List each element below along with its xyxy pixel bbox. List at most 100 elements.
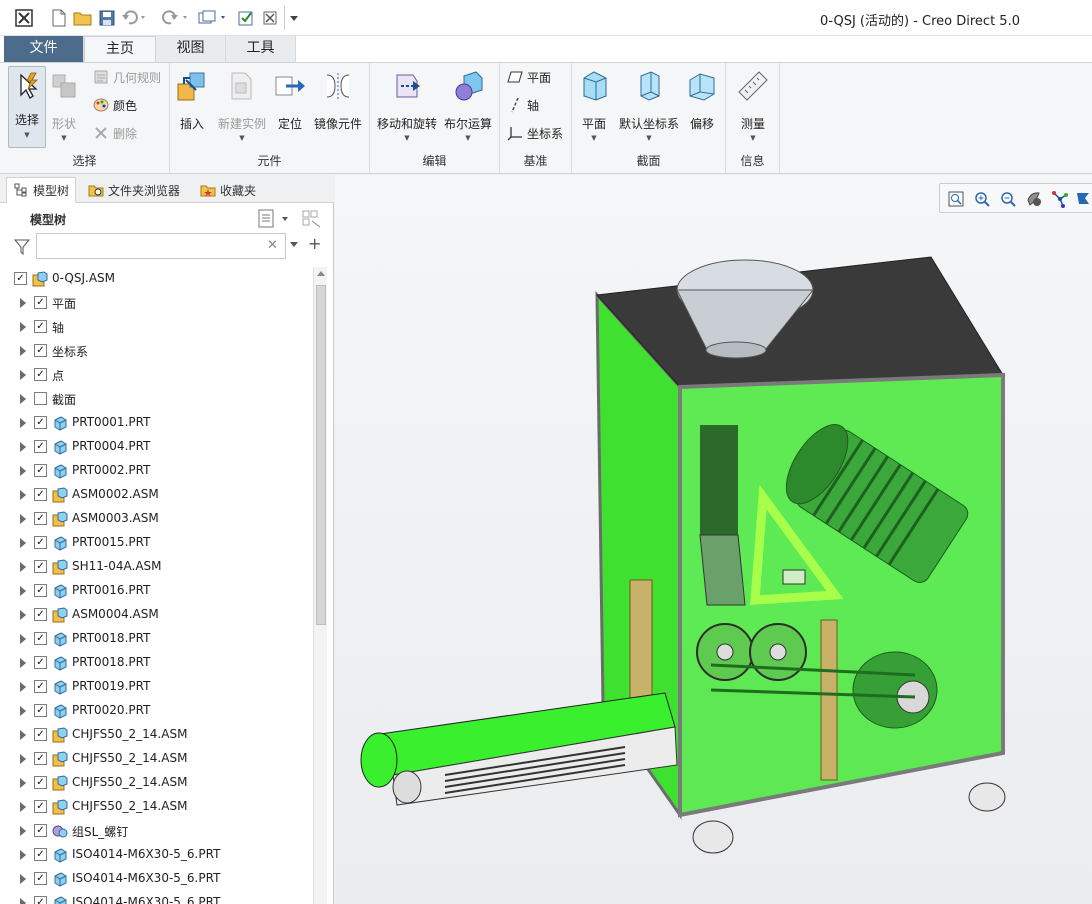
select-button[interactable]: 选择 ▼ — [8, 66, 46, 148]
visibility-checkbox[interactable]: ✓ — [34, 776, 47, 789]
visibility-checkbox[interactable]: ✓ — [34, 368, 47, 381]
visibility-checkbox[interactable]: ✓ — [34, 536, 47, 549]
expand-arrow-icon[interactable] — [20, 682, 26, 692]
visibility-checkbox[interactable]: ✓ — [34, 632, 47, 645]
tree-row[interactable]: ✓ SH11-04A.ASM — [0, 555, 313, 579]
visibility-checkbox[interactable]: ✓ — [34, 560, 47, 573]
visibility-checkbox[interactable]: ✓ — [34, 488, 47, 501]
tree-scrollbar[interactable] — [313, 267, 327, 904]
default-csys-button[interactable]: 默认坐标系 ▼ — [616, 69, 682, 142]
expand-arrow-icon[interactable] — [20, 466, 26, 476]
geometry-rules-button[interactable]: 几何规则 — [92, 67, 161, 87]
add-filter-icon[interactable]: + — [308, 234, 321, 253]
section-offset-button[interactable]: 偏移 — [684, 69, 720, 132]
visibility-checkbox[interactable]: ✓ — [34, 800, 47, 813]
tree-row[interactable]: ✓ CHJFS50_2_14.ASM — [0, 747, 313, 771]
mirror-component-button[interactable]: 镜像元件 — [310, 69, 366, 132]
visibility-checkbox[interactable]: ✓ — [34, 464, 47, 477]
clear-search-icon[interactable]: ✕ — [267, 238, 278, 253]
expand-arrow-icon[interactable] — [20, 802, 26, 812]
tree-row[interactable]: ✓ PRT0002.PRT — [0, 459, 313, 483]
tree-row[interactable]: ✓ 组SL_螺钉 — [0, 819, 313, 843]
tab-favorites[interactable]: 收藏夹 — [194, 177, 262, 203]
section-plane-button[interactable]: 平面 ▼ — [576, 69, 612, 142]
visibility-checkbox[interactable]: ✓ — [34, 344, 47, 357]
expand-arrow-icon[interactable] — [20, 634, 26, 644]
tree-row[interactable]: ✓ ASM0004.ASM — [0, 603, 313, 627]
tree-columns-icon[interactable] — [302, 209, 324, 232]
visibility-checkbox[interactable] — [34, 392, 47, 405]
expand-arrow-icon[interactable] — [20, 898, 26, 904]
color-button[interactable]: 颜色 — [92, 95, 137, 115]
expand-arrow-icon[interactable] — [20, 322, 26, 332]
expand-arrow-icon[interactable] — [20, 562, 26, 572]
tree-row[interactable]: ✓ PRT0001.PRT — [0, 411, 313, 435]
save-icon[interactable] — [96, 6, 118, 30]
tab-view[interactable]: 视图 — [156, 36, 226, 62]
window-icon[interactable] — [196, 6, 230, 30]
tree-row[interactable]: ✓ ISO4014-M6X30-5_6.PRT — [0, 843, 313, 867]
tree-row[interactable]: ✓ 点 — [0, 363, 313, 387]
tree-row[interactable]: ✓ CHJFS50_2_14.ASM — [0, 795, 313, 819]
open-icon[interactable] — [72, 6, 94, 30]
filter-dropdown-icon[interactable] — [289, 238, 299, 252]
tab-folder-browser[interactable]: 文件夹浏览器 — [82, 177, 186, 203]
undo-icon[interactable] — [120, 6, 148, 30]
scroll-thumb[interactable] — [316, 285, 326, 625]
tree-row[interactable]: ✓ 坐标系 — [0, 339, 313, 363]
visibility-checkbox[interactable]: ✓ — [34, 320, 47, 333]
expand-arrow-icon[interactable] — [20, 298, 26, 308]
expand-arrow-icon[interactable] — [20, 394, 26, 404]
expand-arrow-icon[interactable] — [20, 874, 26, 884]
expand-arrow-icon[interactable] — [20, 490, 26, 500]
app-icon[interactable] — [12, 6, 36, 30]
visibility-checkbox[interactable]: ✓ — [34, 440, 47, 453]
tree-row[interactable]: ✓ ASM0003.ASM — [0, 507, 313, 531]
tree-settings-icon[interactable] — [258, 209, 290, 232]
tree-row[interactable]: ✓ CHJFS50_2_14.ASM — [0, 771, 313, 795]
visibility-checkbox[interactable]: ✓ — [34, 656, 47, 669]
shape-button[interactable]: 形状 ▼ — [48, 69, 80, 142]
tree-row[interactable]: ✓ PRT0020.PRT — [0, 699, 313, 723]
move-rotate-button[interactable]: 移动和旋转 ▼ — [374, 69, 440, 142]
expand-arrow-icon[interactable] — [20, 610, 26, 620]
expand-arrow-icon[interactable] — [20, 658, 26, 668]
tree-row[interactable]: ✓ PRT0015.PRT — [0, 531, 313, 555]
tab-tools[interactable]: 工具 — [226, 36, 296, 62]
visibility-checkbox[interactable]: ✓ — [34, 296, 47, 309]
visibility-checkbox[interactable]: ✓ — [34, 728, 47, 741]
tree-search-input[interactable] — [36, 233, 286, 259]
position-button[interactable]: 定位 — [272, 69, 308, 132]
tree-row[interactable]: ✓ PRT0004.PRT — [0, 435, 313, 459]
regenerate-icon[interactable] — [236, 6, 256, 30]
tree-row[interactable]: ✓ PRT0019.PRT — [0, 675, 313, 699]
measure-button[interactable]: 测量 ▼ — [734, 69, 772, 142]
visibility-checkbox[interactable]: ✓ — [34, 752, 47, 765]
expand-arrow-icon[interactable] — [20, 730, 26, 740]
filter-icon[interactable] — [13, 239, 31, 258]
datum-axis-button[interactable]: 轴 — [506, 95, 539, 115]
visibility-checkbox[interactable]: ✓ — [14, 272, 27, 285]
redo-icon[interactable] — [160, 6, 190, 30]
visibility-checkbox[interactable]: ✓ — [34, 896, 47, 904]
visibility-checkbox[interactable]: ✓ — [34, 584, 47, 597]
expand-arrow-icon[interactable] — [20, 850, 26, 860]
expand-arrow-icon[interactable] — [20, 706, 26, 716]
insert-button[interactable]: 插入 — [174, 69, 210, 132]
visibility-checkbox[interactable]: ✓ — [34, 680, 47, 693]
tree-row[interactable]: ✓ ISO4014-M6X30-5_6.PRT — [0, 891, 313, 904]
tree-row[interactable]: ✓ PRT0016.PRT — [0, 579, 313, 603]
scroll-up-icon[interactable] — [317, 271, 325, 276]
expand-arrow-icon[interactable] — [20, 538, 26, 548]
expand-arrow-icon[interactable] — [20, 826, 26, 836]
tree-row[interactable]: ✓ 0-QSJ.ASM — [0, 267, 313, 291]
visibility-checkbox[interactable]: ✓ — [34, 872, 47, 885]
visibility-checkbox[interactable]: ✓ — [34, 848, 47, 861]
tree-row[interactable]: ✓ CHJFS50_2_14.ASM — [0, 723, 313, 747]
datum-csys-button[interactable]: 坐标系 — [506, 123, 563, 143]
tab-file[interactable]: 文件 — [4, 36, 84, 62]
visibility-checkbox[interactable]: ✓ — [34, 512, 47, 525]
close-window-icon[interactable] — [260, 6, 280, 30]
expand-arrow-icon[interactable] — [20, 418, 26, 428]
expand-arrow-icon[interactable] — [20, 586, 26, 596]
